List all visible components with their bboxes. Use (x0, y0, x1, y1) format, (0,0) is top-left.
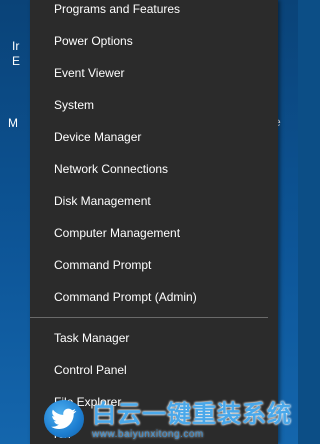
menu-item-command-prompt-admin[interactable]: Command Prompt (Admin) (30, 281, 278, 313)
menu-item-programs-and-features[interactable]: Programs and Features (30, 0, 278, 25)
watermark-url: www.baiyunxitong.com (92, 429, 204, 440)
desktop-icon-label[interactable]: M (8, 117, 18, 129)
menu-item-device-manager[interactable]: Device Manager (30, 121, 278, 153)
menu-item-disk-management[interactable]: Disk Management (30, 185, 278, 217)
menu-item-event-viewer[interactable]: Event Viewer (30, 57, 278, 89)
menu-item-network-connections[interactable]: Network Connections (30, 153, 278, 185)
quick-link-menu: Programs and Features Power Options Even… (30, 0, 278, 444)
menu-item-system[interactable]: System (30, 89, 278, 121)
desktop-icon-label[interactable]: E (12, 55, 20, 67)
menu-item-command-prompt[interactable]: Command Prompt (30, 249, 278, 281)
menu-item-control-panel[interactable]: Control Panel (30, 354, 278, 386)
twitter-bird-icon (44, 400, 84, 438)
watermark-title: 白云一键重装系统 (92, 401, 292, 428)
desktop-icon-label[interactable]: Ir (12, 40, 19, 52)
watermark: 白云一键重装系统 www.baiyunxitong.com (40, 396, 298, 444)
menu-item-power-options[interactable]: Power Options (30, 25, 278, 57)
menu-item-computer-management[interactable]: Computer Management (30, 217, 278, 249)
menu-item-task-manager[interactable]: Task Manager (30, 322, 278, 354)
menu-separator (30, 317, 268, 318)
